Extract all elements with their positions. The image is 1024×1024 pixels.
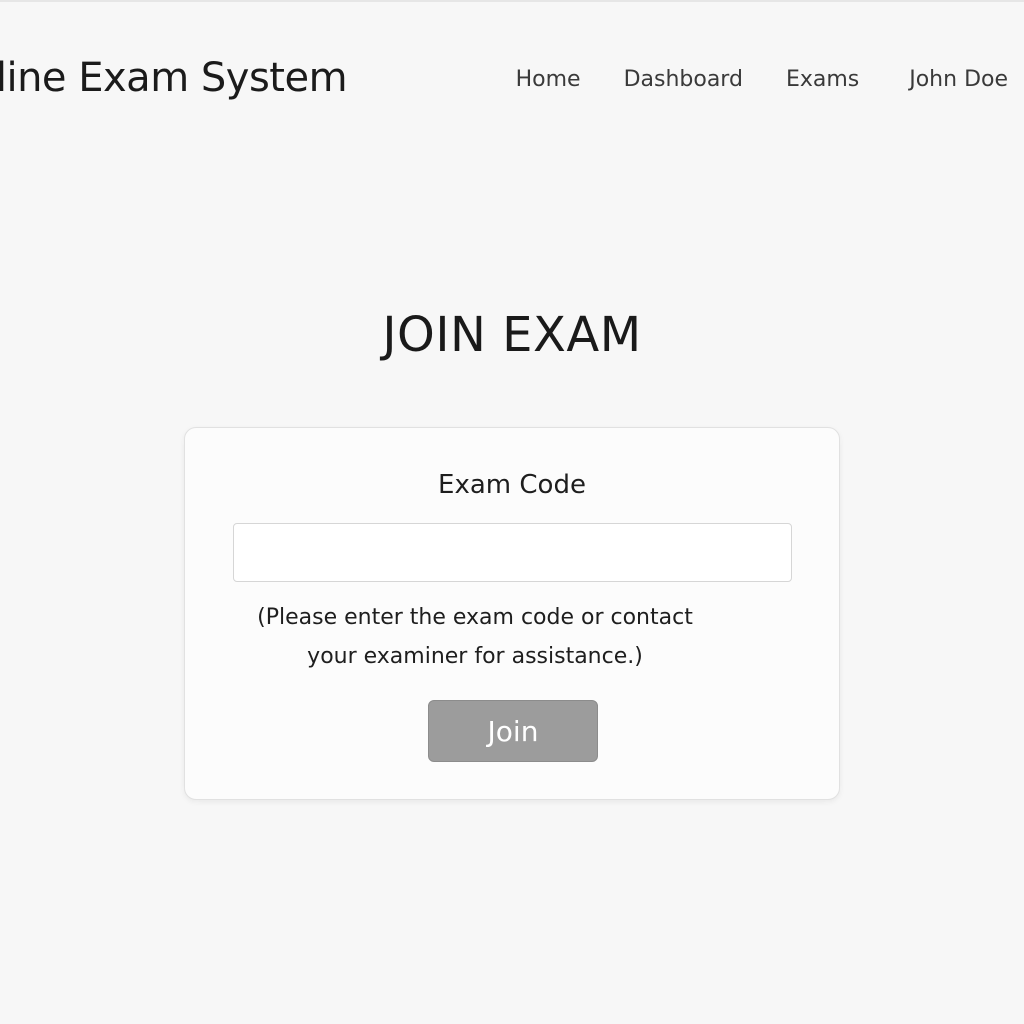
top-divider bbox=[0, 0, 1024, 2]
main-nav: Home Dashboard Exams John Doe bbox=[516, 62, 1008, 96]
help-text-line-1: (Please enter the exam code or contact bbox=[257, 605, 693, 630]
help-text-line-2: your examiner for assistance.) bbox=[307, 644, 643, 669]
exam-code-input[interactable] bbox=[233, 523, 792, 582]
app-title: Online Exam System bbox=[0, 55, 348, 101]
join-exam-card: Exam Code (Please enter the exam code or… bbox=[184, 427, 840, 800]
help-text: (Please enter the exam code or contact y… bbox=[255, 598, 695, 676]
nav-home-link[interactable]: Home bbox=[516, 67, 581, 92]
nav-dashboard-link[interactable]: Dashboard bbox=[624, 67, 743, 92]
nav-exams-link[interactable]: Exams bbox=[786, 67, 859, 92]
page-title: JOIN EXAM bbox=[382, 307, 642, 363]
user-menu[interactable]: John Doe bbox=[909, 67, 1008, 92]
join-button[interactable]: Join bbox=[428, 700, 598, 762]
page: Online Exam System Home Dashboard Exams … bbox=[0, 0, 1024, 1024]
exam-code-label: Exam Code bbox=[438, 470, 586, 500]
